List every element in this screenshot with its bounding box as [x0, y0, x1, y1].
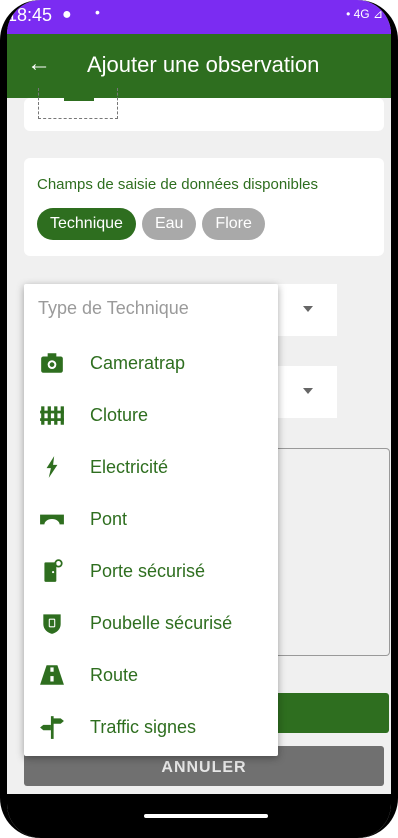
bridge-icon — [38, 506, 66, 534]
lightning-icon — [38, 454, 66, 482]
chip-group: Technique Eau Flore — [37, 208, 265, 240]
dropdown-item-label: Electricité — [90, 457, 169, 477]
technique-type-dropdown: Type de Technique Cameratrap Cloture Ele… — [24, 284, 278, 756]
dropdown-item-poubelle-securise[interactable]: Poubelle sécurisé — [24, 598, 278, 650]
camera-icon — [38, 350, 66, 378]
dropdown-item-porte-securise[interactable]: Porte sécurisé — [24, 546, 278, 598]
status-dot: ● — [62, 6, 72, 23]
phone-frame: 18:45 ● • • 4G ⊿ ← Ajouter une observati… — [0, 0, 398, 838]
dropdown-item-label: Pont — [90, 509, 128, 529]
status-bar: 18:45 ● • • 4G ⊿ — [7, 0, 391, 34]
chip-flore[interactable]: Flore — [202, 208, 265, 240]
dropdown-item-cloture[interactable]: Cloture — [24, 390, 278, 442]
image-card — [24, 88, 384, 131]
dropdown-item-label: Porte sécurisé — [90, 561, 206, 581]
dropdown-item-electricite[interactable]: Electricité — [24, 442, 278, 494]
chip-eau[interactable]: Eau — [141, 208, 197, 240]
fence-icon — [38, 402, 66, 430]
select-field-2[interactable] — [277, 366, 337, 418]
status-dot-small: • — [95, 4, 100, 20]
dropdown-item-route[interactable]: Route — [24, 650, 278, 702]
chip-technique[interactable]: Technique — [37, 208, 136, 240]
save-button[interactable] — [277, 693, 389, 733]
data-fields-card: Champs de saisie de données disponibles … — [24, 158, 384, 256]
signpost-icon — [38, 714, 66, 742]
screen: 18:45 ● • • 4G ⊿ ← Ajouter une observati… — [7, 0, 391, 838]
road-icon — [38, 662, 66, 690]
dropdown-item-label: Cloture — [90, 405, 149, 425]
status-time: 18:45 — [7, 5, 53, 25]
dropdown-item-label: Traffic signes — [90, 717, 197, 737]
caret-down-icon — [303, 306, 313, 312]
door-icon — [38, 558, 66, 586]
select-field-1[interactable] — [277, 284, 337, 336]
dropdown-item-label: Poubelle sécurisé — [90, 613, 233, 633]
image-thumb — [64, 98, 94, 101]
status-icons: • 4G ⊿ — [346, 7, 383, 21]
dropdown-item-label: Cameratrap — [90, 353, 186, 373]
back-arrow-icon[interactable]: ← — [27, 50, 51, 78]
image-placeholder[interactable] — [38, 88, 118, 119]
dropdown-header: Type de Technique — [38, 298, 189, 318]
page-title: Ajouter une observation — [87, 52, 320, 77]
description-textarea[interactable] — [277, 448, 390, 656]
dropdown-item-traffic-signes[interactable]: Traffic signes — [24, 702, 278, 754]
dropdown-item-pont[interactable]: Pont — [24, 494, 278, 546]
data-fields-title: Champs de saisie de données disponibles — [37, 176, 319, 193]
caret-down-icon — [303, 388, 313, 394]
home-gesture-bar[interactable] — [144, 814, 268, 818]
dropdown-item-cameratrap[interactable]: Cameratrap — [24, 338, 278, 390]
dropdown-item-label: Route — [90, 665, 139, 685]
navigation-bar — [7, 794, 391, 838]
trash-icon — [38, 610, 66, 638]
